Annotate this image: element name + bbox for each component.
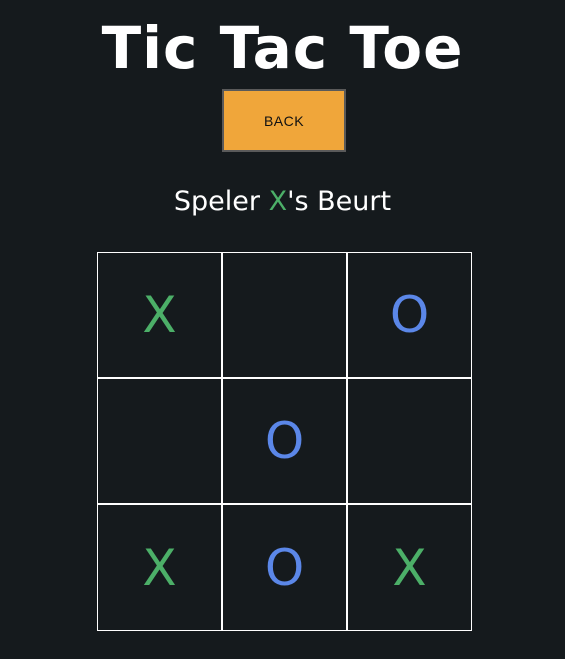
board-cell-9[interactable]: X <box>347 504 472 631</box>
turn-status: Speler X's Beurt <box>0 183 565 221</box>
turn-status-suffix: 's Beurt <box>287 186 392 217</box>
current-player: X <box>268 186 288 217</box>
board-cell-3[interactable]: O <box>347 252 472 378</box>
board-cell-4[interactable] <box>97 378 222 504</box>
board-cell-6[interactable] <box>347 378 472 504</box>
game-title: Tic Tac Toe <box>101 14 464 82</box>
board-cell-7[interactable]: X <box>97 504 222 631</box>
board-cell-5[interactable]: O <box>222 378 347 504</box>
back-button[interactable]: BACK <box>222 89 346 152</box>
board-cell-2[interactable] <box>222 252 347 378</box>
board-cell-1[interactable]: X <box>97 252 222 378</box>
board-cell-8[interactable]: O <box>222 504 347 631</box>
turn-status-prefix: Speler <box>173 186 269 217</box>
game-board: X O O X O X <box>97 252 472 631</box>
